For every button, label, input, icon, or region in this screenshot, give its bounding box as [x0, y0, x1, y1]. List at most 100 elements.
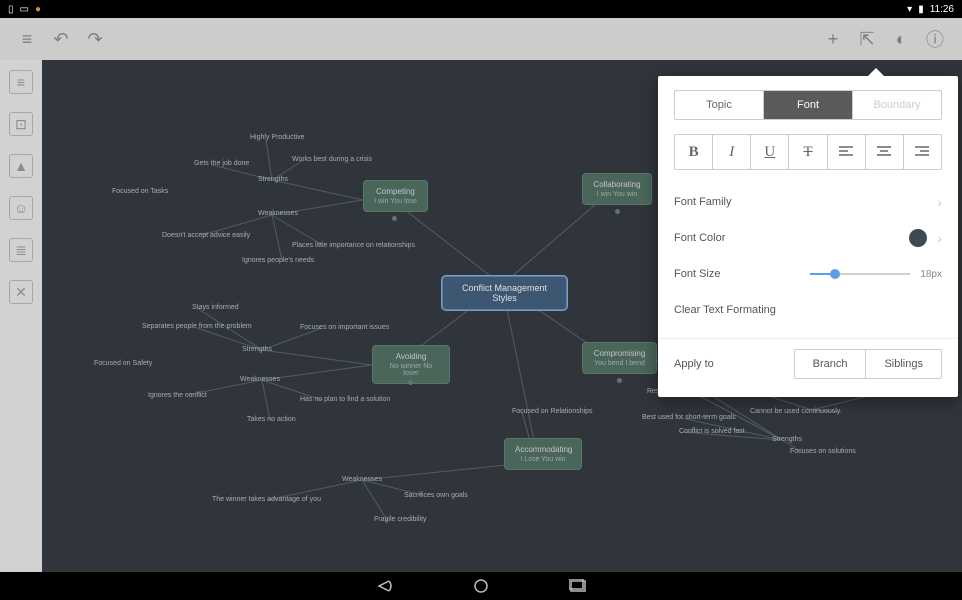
- image-icon: ▲: [14, 158, 28, 174]
- label: Stays informed: [192, 304, 239, 311]
- tab-topic[interactable]: Topic: [675, 91, 763, 119]
- slider-thumb[interactable]: [830, 269, 840, 279]
- label: Doesn't accept advice easily: [162, 232, 250, 239]
- node-handle[interactable]: [615, 209, 620, 214]
- label: Strengths: [772, 436, 802, 443]
- android-status-bar: ▯ ▭ ● ▾ ▮ 11:26: [0, 0, 962, 18]
- tab-font[interactable]: Font: [763, 91, 852, 119]
- label: Weaknesses: [342, 476, 382, 483]
- label: Ignores the conflict: [148, 392, 207, 399]
- battery-icon: ▮: [918, 4, 924, 15]
- plus-icon: +: [828, 29, 839, 50]
- theme-button[interactable]: ◐: [884, 22, 918, 56]
- label: Conflict is solved fast: [679, 428, 745, 435]
- apply-to-label: Apply to: [674, 358, 794, 370]
- font-color-label: Font Color: [674, 232, 909, 244]
- attach-icon: ⊡: [15, 116, 27, 133]
- toolbar: ≡ ↶ ↷ + ⇱ ◐ ⓘ: [0, 18, 962, 60]
- label: Ignores people's needs: [242, 257, 314, 264]
- node-handle[interactable]: [408, 380, 413, 385]
- side-panel: ≡ ⊡ ▲ ☺ ≣ ✕: [0, 60, 42, 572]
- node-handle[interactable]: [617, 378, 622, 383]
- font-size-label: Font Size: [674, 268, 810, 280]
- theme-icon: ◐: [896, 29, 907, 50]
- focus-icon: ✕: [15, 284, 27, 301]
- emoji-tool[interactable]: ☺: [9, 196, 33, 220]
- menu-button[interactable]: ≡: [10, 22, 44, 56]
- label: Focused on Relationships: [512, 408, 593, 415]
- share-button[interactable]: ⇱: [850, 22, 884, 56]
- label: Cannot be used continuously: [750, 408, 840, 415]
- format-toolbar: B I U T: [674, 134, 942, 170]
- back-icon: [375, 579, 393, 593]
- notes-icon: ≡: [17, 74, 25, 90]
- label: Focuses on important issues: [300, 324, 389, 331]
- apply-branch-button[interactable]: Branch: [795, 350, 866, 378]
- undo-button[interactable]: ↶: [44, 22, 78, 56]
- node-center[interactable]: Conflict Management Styles: [442, 276, 567, 310]
- clear-formatting-row[interactable]: Clear Text Formating: [674, 292, 942, 328]
- format-popover: Topic Font Boundary B I U T Font Family …: [658, 76, 958, 397]
- label: Places little importance on relationship…: [292, 242, 415, 249]
- label: Weaknesses: [240, 376, 280, 383]
- notification-icon: ●: [35, 4, 41, 15]
- info-button[interactable]: ⓘ: [918, 22, 952, 56]
- android-nav-bar: [0, 572, 962, 600]
- label: The winner takes advantage of you: [212, 496, 321, 503]
- list-tool[interactable]: ≣: [9, 238, 33, 262]
- label: Strengths: [242, 346, 272, 353]
- redo-button[interactable]: ↷: [78, 22, 112, 56]
- divider: [658, 338, 958, 339]
- label: Highly Productive: [250, 134, 304, 141]
- apply-to-row: Apply to Branch Siblings: [674, 349, 942, 379]
- notes-tool[interactable]: ≡: [9, 70, 33, 94]
- label: Weaknesses: [258, 210, 298, 217]
- chevron-right-icon: ›: [937, 194, 942, 210]
- font-size-row: Font Size 18px: [674, 256, 942, 292]
- font-size-slider[interactable]: [810, 273, 910, 275]
- redo-icon: ↷: [87, 29, 102, 50]
- clear-formatting-label: Clear Text Formating: [674, 304, 942, 316]
- strike-button[interactable]: T: [788, 135, 826, 169]
- label: Best used for short-term goals: [642, 414, 736, 421]
- font-size-value: 18px: [920, 269, 942, 280]
- apply-to-segment: Branch Siblings: [794, 349, 942, 379]
- apply-siblings-button[interactable]: Siblings: [865, 350, 941, 378]
- chevron-right-icon: ›: [937, 230, 942, 246]
- font-family-label: Font Family: [674, 196, 937, 208]
- popover-tabs: Topic Font Boundary: [674, 90, 942, 120]
- italic-button[interactable]: I: [712, 135, 750, 169]
- label: Fragile credibility: [374, 516, 427, 523]
- image-tool[interactable]: ▲: [9, 154, 33, 178]
- align-center-button[interactable]: [865, 135, 903, 169]
- app-window: ≡ ↶ ↷ + ⇱ ◐ ⓘ ≡ ⊡ ▲ ☺ ≣ ✕: [0, 18, 962, 572]
- bold-button[interactable]: B: [675, 135, 712, 169]
- info-icon: ⓘ: [926, 26, 944, 52]
- label: Sacrifices own goals: [404, 492, 468, 499]
- attach-tool[interactable]: ⊡: [9, 112, 33, 136]
- node-accommodating[interactable]: AccommodatingI Lose You win: [504, 438, 582, 470]
- focus-tool[interactable]: ✕: [9, 280, 33, 304]
- align-center-icon: [877, 146, 891, 158]
- label: Works best during a crisis: [292, 156, 372, 163]
- node-handle[interactable]: [392, 216, 397, 221]
- node-collaborating[interactable]: CollaboratingI win You win: [582, 173, 652, 205]
- share-icon: ⇱: [859, 29, 874, 50]
- label: Focused on Safety: [94, 360, 152, 367]
- recent-button[interactable]: [569, 579, 587, 593]
- node-compromising[interactable]: CompromisingYou bend I bend: [582, 342, 657, 374]
- label: Focused on Tasks: [112, 188, 168, 195]
- add-button[interactable]: +: [816, 22, 850, 56]
- wifi-icon: ▾: [907, 4, 912, 15]
- notification-icon: ▯: [8, 4, 14, 15]
- font-color-row[interactable]: Font Color ›: [674, 220, 942, 256]
- node-competing[interactable]: CompetingI win You lose: [363, 180, 428, 212]
- font-family-row[interactable]: Font Family ›: [674, 184, 942, 220]
- align-left-button[interactable]: [827, 135, 865, 169]
- home-button[interactable]: [473, 578, 489, 594]
- home-icon: [473, 578, 489, 594]
- underline-button[interactable]: U: [750, 135, 788, 169]
- back-button[interactable]: [375, 579, 393, 593]
- align-right-button[interactable]: [903, 135, 941, 169]
- node-avoiding[interactable]: AvoidingNo winner No loser: [372, 345, 450, 384]
